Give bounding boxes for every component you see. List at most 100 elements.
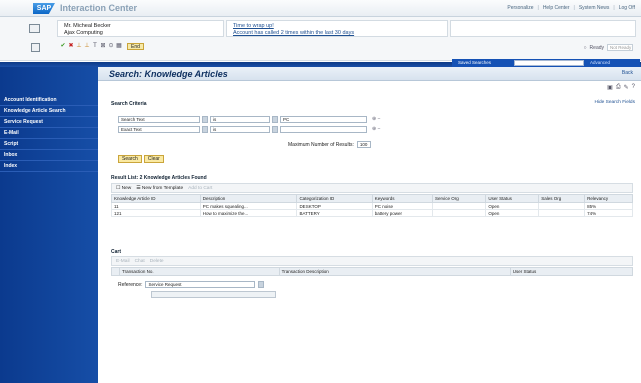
main-content: Search: Knowledge Articles Back ▣ ⎙ ✎ ? …: [98, 67, 641, 383]
new-button[interactable]: ☐ New: [116, 186, 131, 191]
chevron-down-icon[interactable]: [272, 116, 278, 123]
cart-toolbar: E-Mail Chat Delete: [111, 256, 633, 266]
column-header[interactable]: Description: [199, 194, 298, 203]
sidebar-item-service-request[interactable]: Service Request: [0, 117, 98, 128]
relevancy-cell: 85%: [584, 202, 633, 210]
article-id-cell[interactable]: 121: [111, 209, 201, 217]
criteria-field-select[interactable]: Search Text: [118, 116, 200, 123]
sidebar-item-inbox[interactable]: Inbox: [0, 150, 98, 161]
category-cell: DESKTOP: [296, 202, 373, 210]
criteria-value-input[interactable]: PC: [280, 116, 367, 123]
alert-calls[interactable]: Account has called 2 times within the la…: [233, 30, 354, 36]
max-results-row: Maximum Number of Results: 100: [288, 141, 371, 148]
table-row[interactable]: 11 PC makes squealing... DESKTOP PC nois…: [111, 202, 633, 210]
search-button[interactable]: Search: [118, 155, 142, 163]
column-header[interactable]: Sales Org: [538, 194, 586, 203]
conference-call-icon[interactable]: ⊙: [108, 43, 114, 50]
saved-searches-strip: Saved Searches Advanced: [452, 59, 640, 67]
delete-button[interactable]: Delete: [150, 259, 164, 264]
back-button[interactable]: Back: [622, 70, 633, 76]
customer-name[interactable]: Mr. Micheal Becker: [64, 23, 111, 29]
criteria-value-input[interactable]: [280, 126, 367, 133]
column-header[interactable]: Categorization ID: [296, 194, 373, 203]
column-header[interactable]: Service Org: [432, 194, 487, 203]
transfer-call-icon[interactable]: ⊥: [84, 43, 90, 50]
accept-call-icon[interactable]: ✔: [60, 43, 66, 50]
empty-context-box: [450, 20, 636, 37]
description-cell[interactable]: PC makes squealing...: [199, 202, 298, 210]
consult-call-icon[interactable]: ⊠: [100, 43, 106, 50]
sidebar-item-account-identification[interactable]: Account Identification: [0, 95, 98, 106]
help-center-link[interactable]: Help Center: [543, 5, 570, 11]
sidebar-item-knowledge-article-search[interactable]: Knowledge Article Search: [0, 106, 98, 117]
sidebar-item-index[interactable]: Index: [0, 161, 98, 172]
add-row-icon[interactable]: ⊕ −: [372, 126, 381, 134]
sidebar-item-script[interactable]: Script: [0, 139, 98, 150]
hold-call-icon[interactable]: ⊥: [76, 43, 82, 50]
criteria-operator-select[interactable]: is: [210, 116, 270, 123]
status-cell: Open: [485, 209, 540, 217]
result-toolbar: ☐ New ☰ New from Template Add to Cart: [111, 183, 633, 193]
criteria-row: Search Text is PC ⊕ −: [118, 116, 381, 124]
end-button[interactable]: End: [127, 43, 144, 50]
sidebar-item-email[interactable]: E-Mail: [0, 128, 98, 139]
availability-status: ○ Ready Not Ready: [584, 44, 633, 51]
new-from-template-button[interactable]: ☰ New from Template: [136, 186, 183, 191]
chevron-down-icon[interactable]: [258, 281, 265, 288]
select-all-cell[interactable]: [111, 267, 120, 276]
table-row[interactable]: 121 How to maximize the... BATTERY batte…: [111, 209, 633, 217]
alert-wrap-up[interactable]: Time to wrap up!: [233, 23, 274, 29]
search-buttons: Search Clear: [118, 155, 164, 163]
column-header[interactable]: Keywords: [371, 194, 434, 203]
status-dot-icon: ○: [583, 44, 587, 51]
email-button[interactable]: E-Mail: [116, 259, 130, 264]
edit-icon[interactable]: ✎: [624, 84, 629, 91]
category-cell: BATTERY: [296, 209, 373, 217]
help-icon[interactable]: ?: [632, 84, 635, 91]
saved-search-input[interactable]: [514, 60, 584, 66]
reference-select[interactable]: Service Request: [145, 281, 256, 288]
customer-company: Ajax Computing: [64, 30, 103, 36]
hide-search-fields-link[interactable]: Hide Search Fields: [594, 100, 635, 105]
document-icon[interactable]: [31, 43, 40, 52]
column-header[interactable]: Transaction No.: [119, 267, 280, 276]
text-call-icon[interactable]: T: [92, 43, 98, 50]
chevron-down-icon[interactable]: [272, 126, 278, 133]
saved-searches-dropdown[interactable]: Saved Searches: [458, 60, 491, 65]
result-list-heading: Result List: 2 Knowledge Articles Found: [111, 175, 207, 181]
title-bar: Search: Knowledge Articles Back: [98, 67, 641, 81]
context-area: Mr. Micheal Becker Ajax Computing Time t…: [0, 17, 641, 61]
advanced-link[interactable]: Advanced: [590, 60, 610, 65]
max-results-label: Maximum Number of Results:: [288, 141, 354, 148]
sap-logo: SAP: [33, 3, 55, 14]
column-header[interactable]: Knowledge Article ID: [111, 194, 201, 203]
system-news-link[interactable]: System News: [579, 5, 610, 11]
chat-button[interactable]: Chat: [135, 259, 145, 264]
reject-call-icon[interactable]: ✖: [68, 43, 74, 50]
max-results-input[interactable]: 100: [356, 141, 371, 148]
add-to-cart-button[interactable]: Add to Cart: [188, 186, 212, 191]
reference-detail-field[interactable]: [151, 291, 276, 298]
criteria-operator-select[interactable]: is: [210, 126, 270, 133]
clear-button[interactable]: Clear: [143, 155, 164, 163]
navigation-sidebar: Account Identification Knowledge Article…: [0, 67, 98, 383]
status-dropdown[interactable]: Not Ready: [607, 44, 633, 51]
add-row-icon[interactable]: ⊕ −: [372, 116, 381, 124]
column-header[interactable]: Relevancy: [584, 194, 633, 203]
column-header[interactable]: Transaction Description: [278, 267, 511, 276]
print-icon[interactable]: ⎙: [616, 84, 621, 91]
article-id-cell[interactable]: 11: [111, 202, 201, 210]
page-tools: ▣ ⎙ ✎ ?: [607, 84, 635, 91]
criteria-field-select[interactable]: Exact Text: [118, 126, 200, 133]
dial-pad-icon[interactable]: ▦: [116, 43, 122, 50]
export-icon[interactable]: ▣: [607, 84, 613, 91]
column-header[interactable]: User Status: [509, 267, 634, 276]
description-cell[interactable]: How to maximize the...: [199, 209, 298, 217]
log-off-link[interactable]: Log Off: [619, 5, 635, 11]
business-partner-icon[interactable]: [29, 24, 40, 33]
chevron-down-icon[interactable]: [202, 116, 208, 123]
personalize-link[interactable]: Personalize: [507, 5, 533, 11]
chevron-down-icon[interactable]: [202, 126, 208, 133]
reference-row: Reference: Service Request: [118, 281, 265, 288]
column-header[interactable]: User Status: [485, 194, 540, 203]
